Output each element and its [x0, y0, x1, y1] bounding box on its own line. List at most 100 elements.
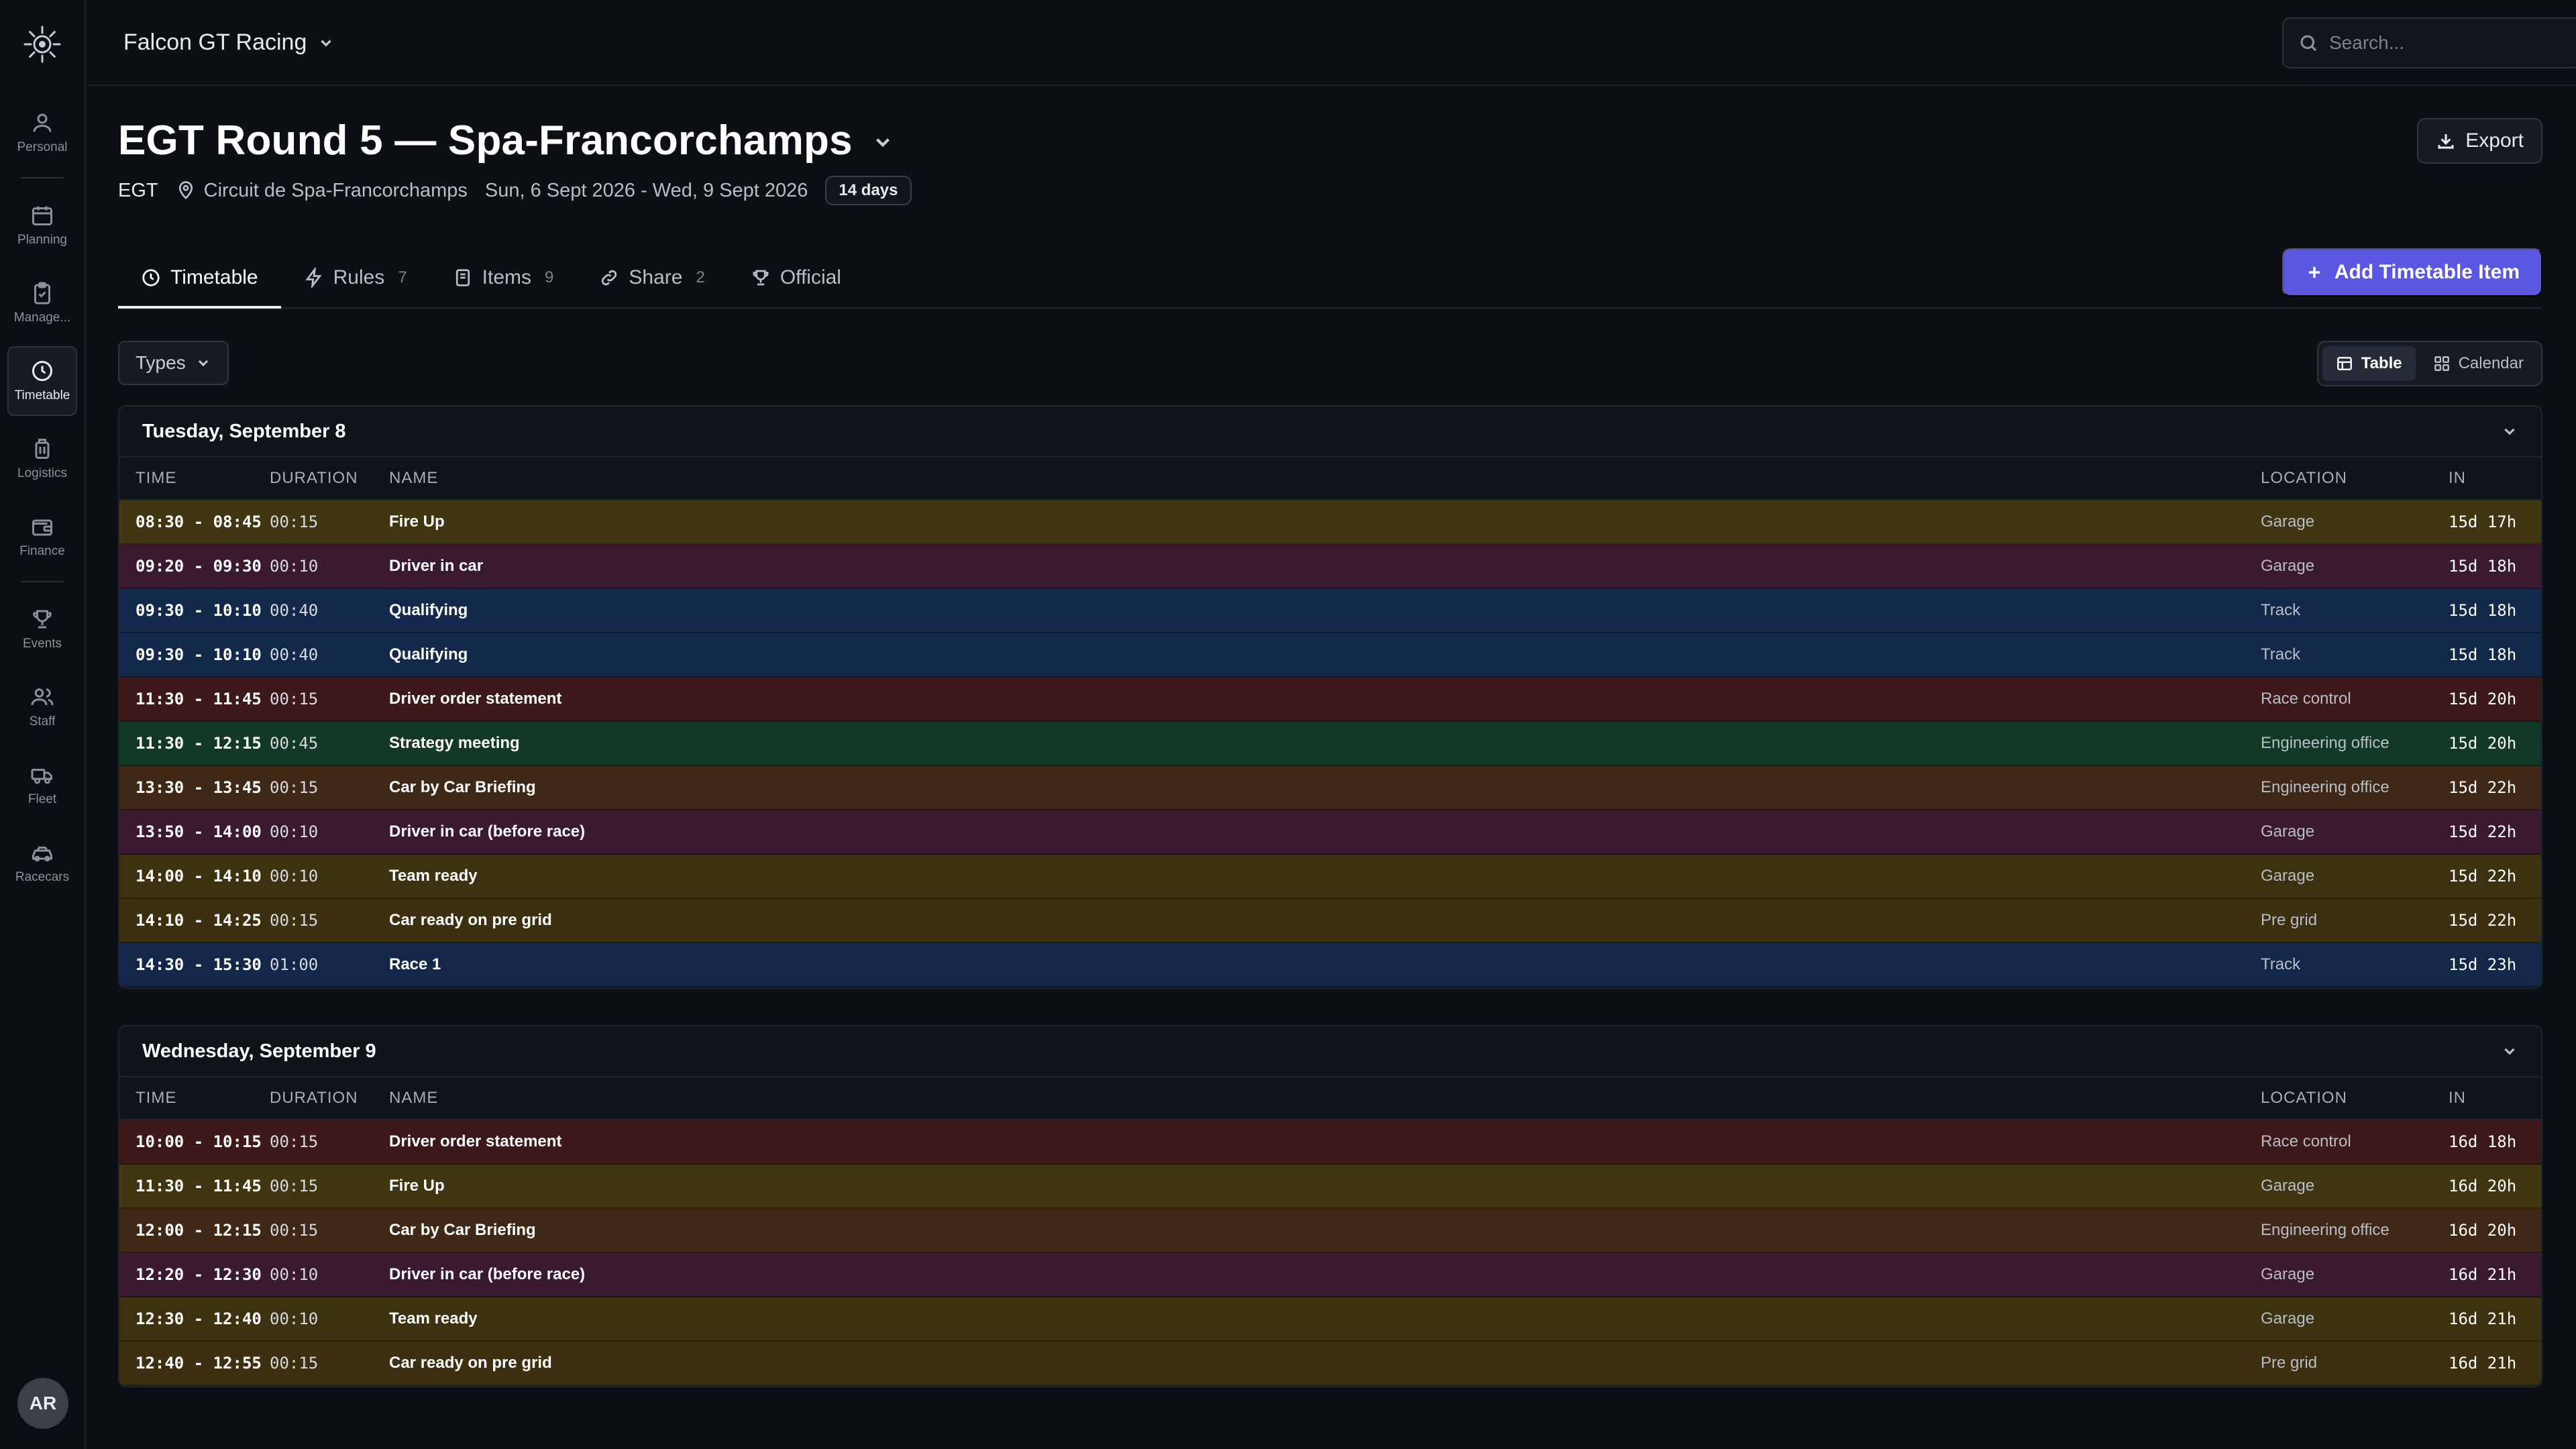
view-calendar-button[interactable]: Calendar	[2420, 346, 2537, 381]
view-table-button[interactable]: Table	[2322, 346, 2416, 381]
table-row[interactable]: 09:30 - 10:10 00:40 Qualifying Track 15d 18h	[119, 633, 2541, 678]
tab-official[interactable]: Official	[728, 248, 864, 307]
chevron-down-icon[interactable]	[2501, 1042, 2518, 1060]
tab-label: Rules	[333, 266, 385, 288]
cell-duration: 00:40	[270, 645, 319, 664]
cell-in: 16d 18h	[2449, 1132, 2517, 1151]
table-row[interactable]: 11:30 - 12:15 00:45 Strategy meeting Engine…	[119, 722, 2541, 766]
team-name: Falcon GT Racing	[123, 30, 307, 55]
table-row[interactable]: 11:30 - 11:45 00:15 Driver order statement…	[119, 678, 2541, 722]
cell-name: Driver order statement	[389, 1132, 562, 1150]
table-row[interactable]: 14:10 - 14:25 00:15 Car ready on pre grid P…	[119, 899, 2541, 943]
table-row[interactable]: 14:00 - 14:10 00:10 Team ready Garage 15d 22…	[119, 855, 2541, 899]
table-row[interactable]: 09:30 - 10:10 00:40 Qualifying Track 15d 18h	[119, 589, 2541, 633]
cell-duration: 00:10	[270, 822, 319, 841]
cell-time: 11:30 - 11:45	[136, 690, 262, 708]
cell-duration: 00:15	[270, 1354, 319, 1373]
table-row[interactable]: 09:20 - 09:30 00:10 Driver in car Garage 15d…	[119, 545, 2541, 589]
sidebar-item-events[interactable]: Events	[7, 594, 77, 664]
tab-count: 7	[398, 268, 407, 286]
sun-logo-icon[interactable]	[21, 23, 64, 66]
types-filter-dropdown[interactable]: Types	[118, 341, 229, 385]
table-row[interactable]: 12:20 - 12:30 00:10 Driver in car (before …	[119, 1253, 2541, 1297]
trophy-icon	[753, 270, 769, 286]
export-button[interactable]: Export	[2417, 118, 2542, 164]
add-timetable-item-button[interactable]: Add Timetable Item	[2282, 248, 2542, 297]
sidebar-item-timetable[interactable]: Timetable	[7, 346, 77, 416]
cell-time: 10:00 - 10:15	[136, 1132, 262, 1151]
table-row[interactable]: 12:00 - 12:15 00:15 Car by Car Briefing Eng…	[119, 1209, 2541, 1253]
col-location: Location	[2261, 1089, 2347, 1107]
chevron-down-icon[interactable]	[2501, 423, 2518, 440]
tab-count: 9	[545, 268, 554, 286]
day-header[interactable]: Tuesday, September 8	[119, 407, 2541, 458]
view-toggle: Table Calendar	[2316, 341, 2542, 386]
sidebar-item-fleet[interactable]: Fleet	[7, 750, 77, 820]
cell-in: 16d 21h	[2449, 1265, 2517, 1284]
truck-icon	[31, 769, 52, 784]
table-row[interactable]: 12:40 - 12:55 00:15 Car ready on pre grid P…	[119, 1342, 2541, 1386]
search-box[interactable]	[2282, 17, 2576, 68]
tab-items[interactable]: Items 9	[430, 248, 577, 307]
tab-label: Official	[780, 266, 841, 288]
sidebar-item-planning[interactable]: Planning	[7, 191, 77, 260]
table-body: 08:30 - 08:45 00:15 Fire Up Garage 15d 17h 09…	[119, 500, 2541, 987]
table-row[interactable]: 10:00 - 10:15 00:15 Driver order statement…	[119, 1120, 2541, 1165]
table-row[interactable]: 13:30 - 13:45 00:15 Car by Car Briefing Eng…	[119, 766, 2541, 810]
sidebar-item-logistics[interactable]: Logistics	[7, 424, 77, 494]
view-calendar-label: Calendar	[2458, 354, 2524, 372]
tab-label: Share	[629, 266, 683, 288]
table-header: Time Duration Name Location In	[119, 458, 2541, 500]
table-row[interactable]: 12:30 - 12:40 00:10 Team ready Garage 16d 21…	[119, 1297, 2541, 1342]
tab-share[interactable]: Share 2	[576, 248, 727, 307]
cell-duration: 00:15	[270, 513, 319, 531]
cell-in: 15d 17h	[2449, 513, 2517, 531]
wallet-icon	[32, 519, 52, 536]
cell-duration: 00:15	[270, 1177, 319, 1195]
tab-timetable[interactable]: Timetable	[118, 248, 281, 309]
table-row[interactable]: 14:30 - 15:30 01:00 Race 1 Track 15d 23h	[119, 943, 2541, 987]
sidebar-item-staff[interactable]: Staff	[7, 672, 77, 742]
cell-time: 11:30 - 11:45	[136, 1177, 262, 1195]
chevron-down-icon[interactable]	[871, 131, 894, 154]
avatar[interactable]: AR	[17, 1378, 68, 1429]
cell-name: Race 1	[389, 955, 441, 973]
cell-duration: 00:10	[270, 867, 319, 885]
team-switcher[interactable]: Falcon GT Racing	[123, 30, 335, 56]
sidebar-divider	[21, 581, 64, 582]
cell-duration: 00:15	[270, 1132, 319, 1151]
cell-location: Track	[2261, 955, 2301, 973]
col-in: In	[2449, 1089, 2466, 1107]
car-icon	[32, 847, 52, 862]
table-row[interactable]: 13:50 - 14:00 00:10 Driver in car (before …	[119, 810, 2541, 855]
search-input[interactable]	[2329, 32, 2571, 54]
cell-time: 12:30 - 12:40	[136, 1309, 262, 1328]
cell-location: Track	[2261, 645, 2301, 663]
table-row[interactable]: 08:30 - 08:45 00:15 Fire Up Garage 15d 17h	[119, 500, 2541, 545]
cell-name: Car by Car Briefing	[389, 778, 536, 796]
sidebar-item-label: Planning	[17, 233, 67, 247]
sidebar-item-finance[interactable]: Finance	[7, 502, 77, 572]
table-header: Time Duration Name Location In	[119, 1077, 2541, 1120]
cell-time: 13:50 - 14:00	[136, 822, 262, 841]
event-title-row[interactable]: EGT Round 5 — Spa-Francorchamps	[118, 117, 894, 164]
cell-name: Team ready	[389, 1309, 478, 1328]
table-icon	[2337, 357, 2352, 370]
chevron-down-icon	[321, 40, 332, 47]
tab-label: Timetable	[170, 266, 258, 288]
cell-duration: 01:00	[270, 955, 319, 974]
sidebar-item-racecars[interactable]: Racecars	[7, 828, 77, 898]
tab-rules[interactable]: Rules 7	[281, 248, 430, 307]
cell-name: Car by Car Briefing	[389, 1221, 536, 1239]
sidebar-item-management[interactable]: Manage...	[7, 268, 77, 338]
sidebar-item-personal[interactable]: Personal	[7, 98, 77, 168]
sidebar-divider	[21, 177, 64, 178]
event-location: Circuit de Spa-Francorchamps	[176, 180, 468, 202]
cell-duration: 00:15	[270, 778, 319, 797]
cell-name: Driver order statement	[389, 690, 562, 708]
table-row[interactable]: 11:30 - 11:45 00:15 Fire Up Garage 16d 20h	[119, 1165, 2541, 1209]
day-header[interactable]: Wednesday, September 9	[119, 1026, 2541, 1077]
cell-time: 11:30 - 12:15	[136, 734, 262, 753]
cell-time: 08:30 - 08:45	[136, 513, 262, 531]
col-duration: Duration	[270, 469, 358, 487]
